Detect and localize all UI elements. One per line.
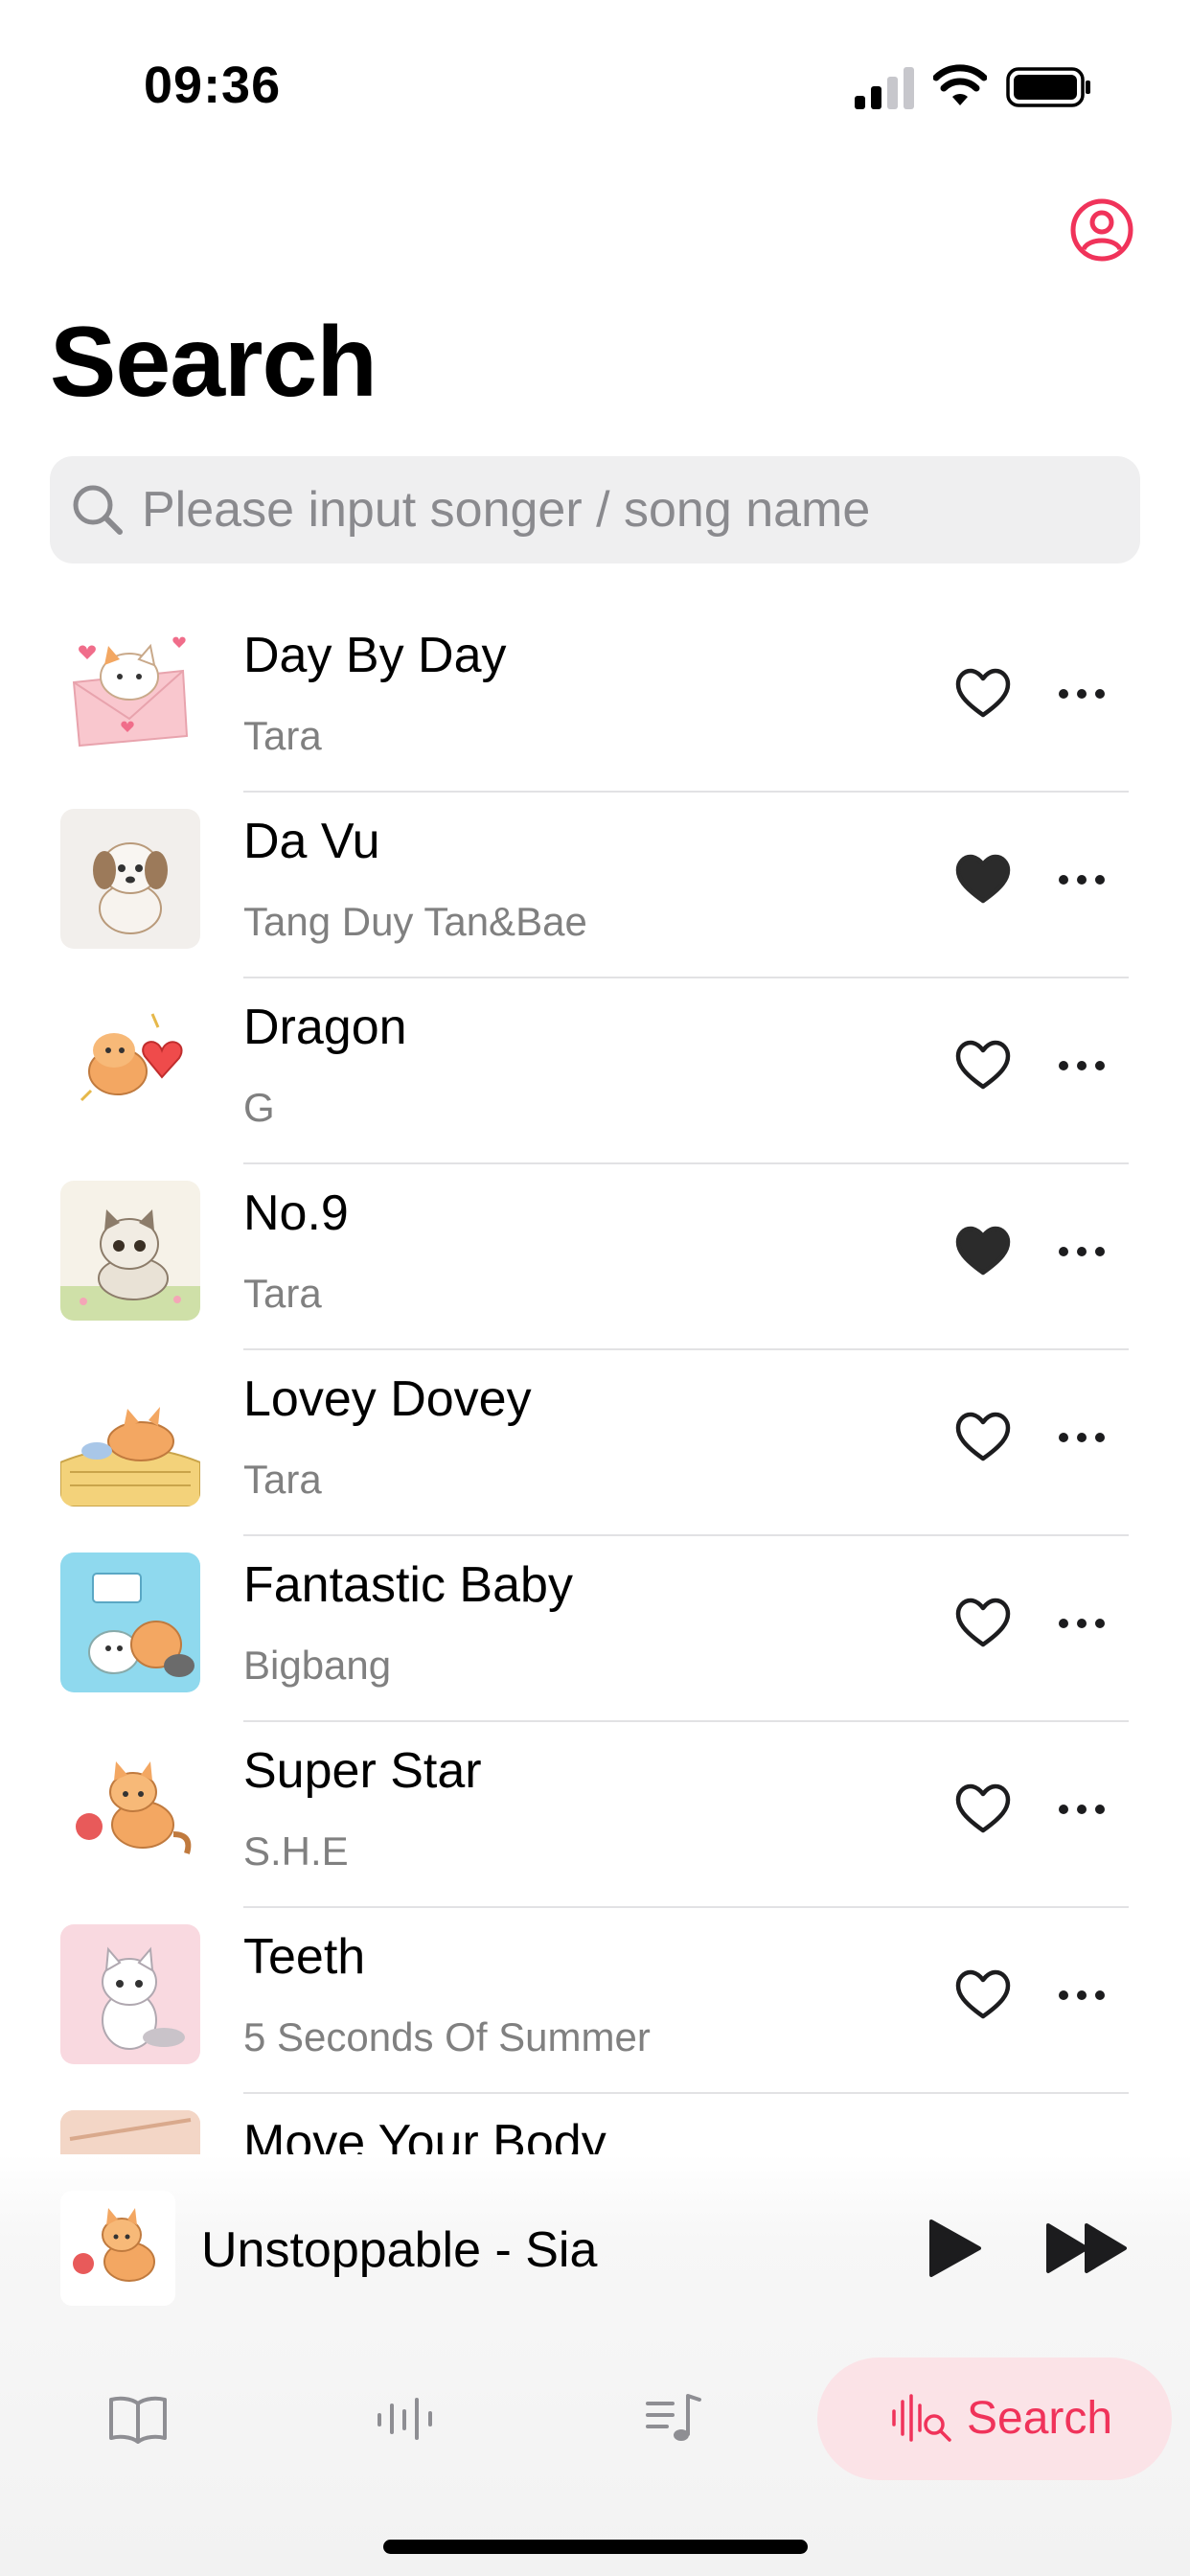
- song-row[interactable]: Lovey Dovey Tara: [0, 1347, 1190, 1536]
- album-cover-image: [60, 809, 200, 949]
- more-icon[interactable]: [1058, 1234, 1106, 1269]
- bottom-bar: Unstoppable - Sia Search: [0, 2154, 1190, 2576]
- fast-forward-icon[interactable]: [1044, 2221, 1131, 2275]
- tab-search[interactable]: Search: [817, 2358, 1172, 2480]
- heart-outline-icon[interactable]: [954, 1968, 1012, 2022]
- tab-search-label: Search: [967, 2393, 1113, 2444]
- song-list: Day By Day Tara Da Vu Tang Duy Tan&Bae D…: [0, 604, 1190, 2154]
- playlist-icon: [646, 2394, 701, 2441]
- more-icon[interactable]: [1058, 1420, 1106, 1455]
- book-icon: [109, 2396, 167, 2444]
- heart-outline-icon[interactable]: [954, 1411, 1012, 1464]
- status-time: 09:36: [144, 57, 282, 114]
- song-artist: Tara: [243, 1271, 322, 1316]
- person-circle-icon[interactable]: [1069, 197, 1134, 263]
- wifi-icon: [933, 64, 987, 105]
- song-row[interactable]: Super Star S.H.E: [0, 1719, 1190, 1908]
- now-playing-title[interactable]: Unstoppable - Sia: [201, 2221, 597, 2279]
- now-playing-cover-image[interactable]: [60, 2191, 175, 2306]
- album-cover-image: [60, 1552, 200, 1692]
- album-cover-image: [60, 1924, 200, 2064]
- heart-outline-icon[interactable]: [954, 1039, 1012, 1092]
- song-row[interactable]: Move Your Body: [0, 2091, 1190, 2154]
- song-title: Lovey Dovey: [243, 1371, 532, 1427]
- more-icon[interactable]: [1058, 1606, 1106, 1641]
- more-icon[interactable]: [1058, 1048, 1106, 1083]
- song-row[interactable]: No.9 Tara: [0, 1162, 1190, 1350]
- heart-outline-icon[interactable]: [954, 1597, 1012, 1650]
- album-cover-image: [60, 1738, 200, 1878]
- more-icon[interactable]: [1058, 1792, 1106, 1827]
- song-row[interactable]: Da Vu Tang Duy Tan&Bae: [0, 790, 1190, 978]
- song-row[interactable]: Teeth 5 Seconds Of Summer: [0, 1905, 1190, 2094]
- home-indicator[interactable]: [383, 2540, 808, 2554]
- song-artist: G: [243, 1085, 275, 1130]
- song-title: Da Vu: [243, 814, 380, 869]
- heart-outline-icon[interactable]: [954, 667, 1012, 721]
- song-artist: Tara: [243, 1457, 322, 1502]
- song-row[interactable]: Dragon G: [0, 976, 1190, 1164]
- tab-playlist[interactable]: [623, 2358, 728, 2480]
- album-cover-image: [60, 623, 200, 763]
- song-row[interactable]: Fantastic Baby Bigbang: [0, 1533, 1190, 1722]
- heart-filled-icon[interactable]: [954, 853, 1012, 907]
- search-icon: [73, 485, 123, 535]
- status-bar: 09:36: [0, 0, 1190, 172]
- album-cover-image: [60, 995, 200, 1135]
- page-title: Search: [50, 307, 378, 418]
- song-artist: S.H.E: [243, 1828, 349, 1874]
- cellular-signal-icon: [855, 67, 914, 109]
- song-title: Day By Day: [243, 628, 507, 683]
- song-title: Super Star: [243, 1743, 482, 1799]
- song-artist: 5 Seconds Of Summer: [243, 2014, 651, 2059]
- album-cover-image: [60, 1181, 200, 1321]
- more-icon[interactable]: [1058, 862, 1106, 897]
- play-icon[interactable]: [926, 2218, 983, 2279]
- song-title: Teeth: [243, 1929, 366, 1985]
- album-cover-image: [60, 2110, 200, 2154]
- tab-library[interactable]: [86, 2358, 192, 2480]
- song-title: Move Your Body: [243, 2115, 606, 2154]
- song-row[interactable]: Day By Day Tara: [0, 604, 1190, 793]
- battery-icon: [1006, 67, 1090, 107]
- song-title: Dragon: [243, 1000, 407, 1055]
- heart-outline-icon[interactable]: [954, 1782, 1012, 1836]
- song-artist: Bigbang: [243, 1643, 392, 1688]
- waveform-search-icon: [892, 2394, 951, 2442]
- more-icon[interactable]: [1058, 677, 1106, 711]
- tab-radio[interactable]: [355, 2358, 460, 2480]
- song-title: Fantastic Baby: [243, 1557, 573, 1613]
- more-icon[interactable]: [1058, 1978, 1106, 2012]
- search-input[interactable]: [142, 456, 1119, 564]
- song-title: No.9: [243, 1185, 349, 1241]
- song-artist: Tara: [243, 713, 322, 758]
- waveform-icon: [378, 2398, 432, 2440]
- search-bar[interactable]: [50, 456, 1140, 564]
- heart-filled-icon[interactable]: [954, 1225, 1012, 1278]
- song-artist: Tang Duy Tan&Bae: [243, 899, 587, 944]
- album-cover-image: [60, 1367, 200, 1506]
